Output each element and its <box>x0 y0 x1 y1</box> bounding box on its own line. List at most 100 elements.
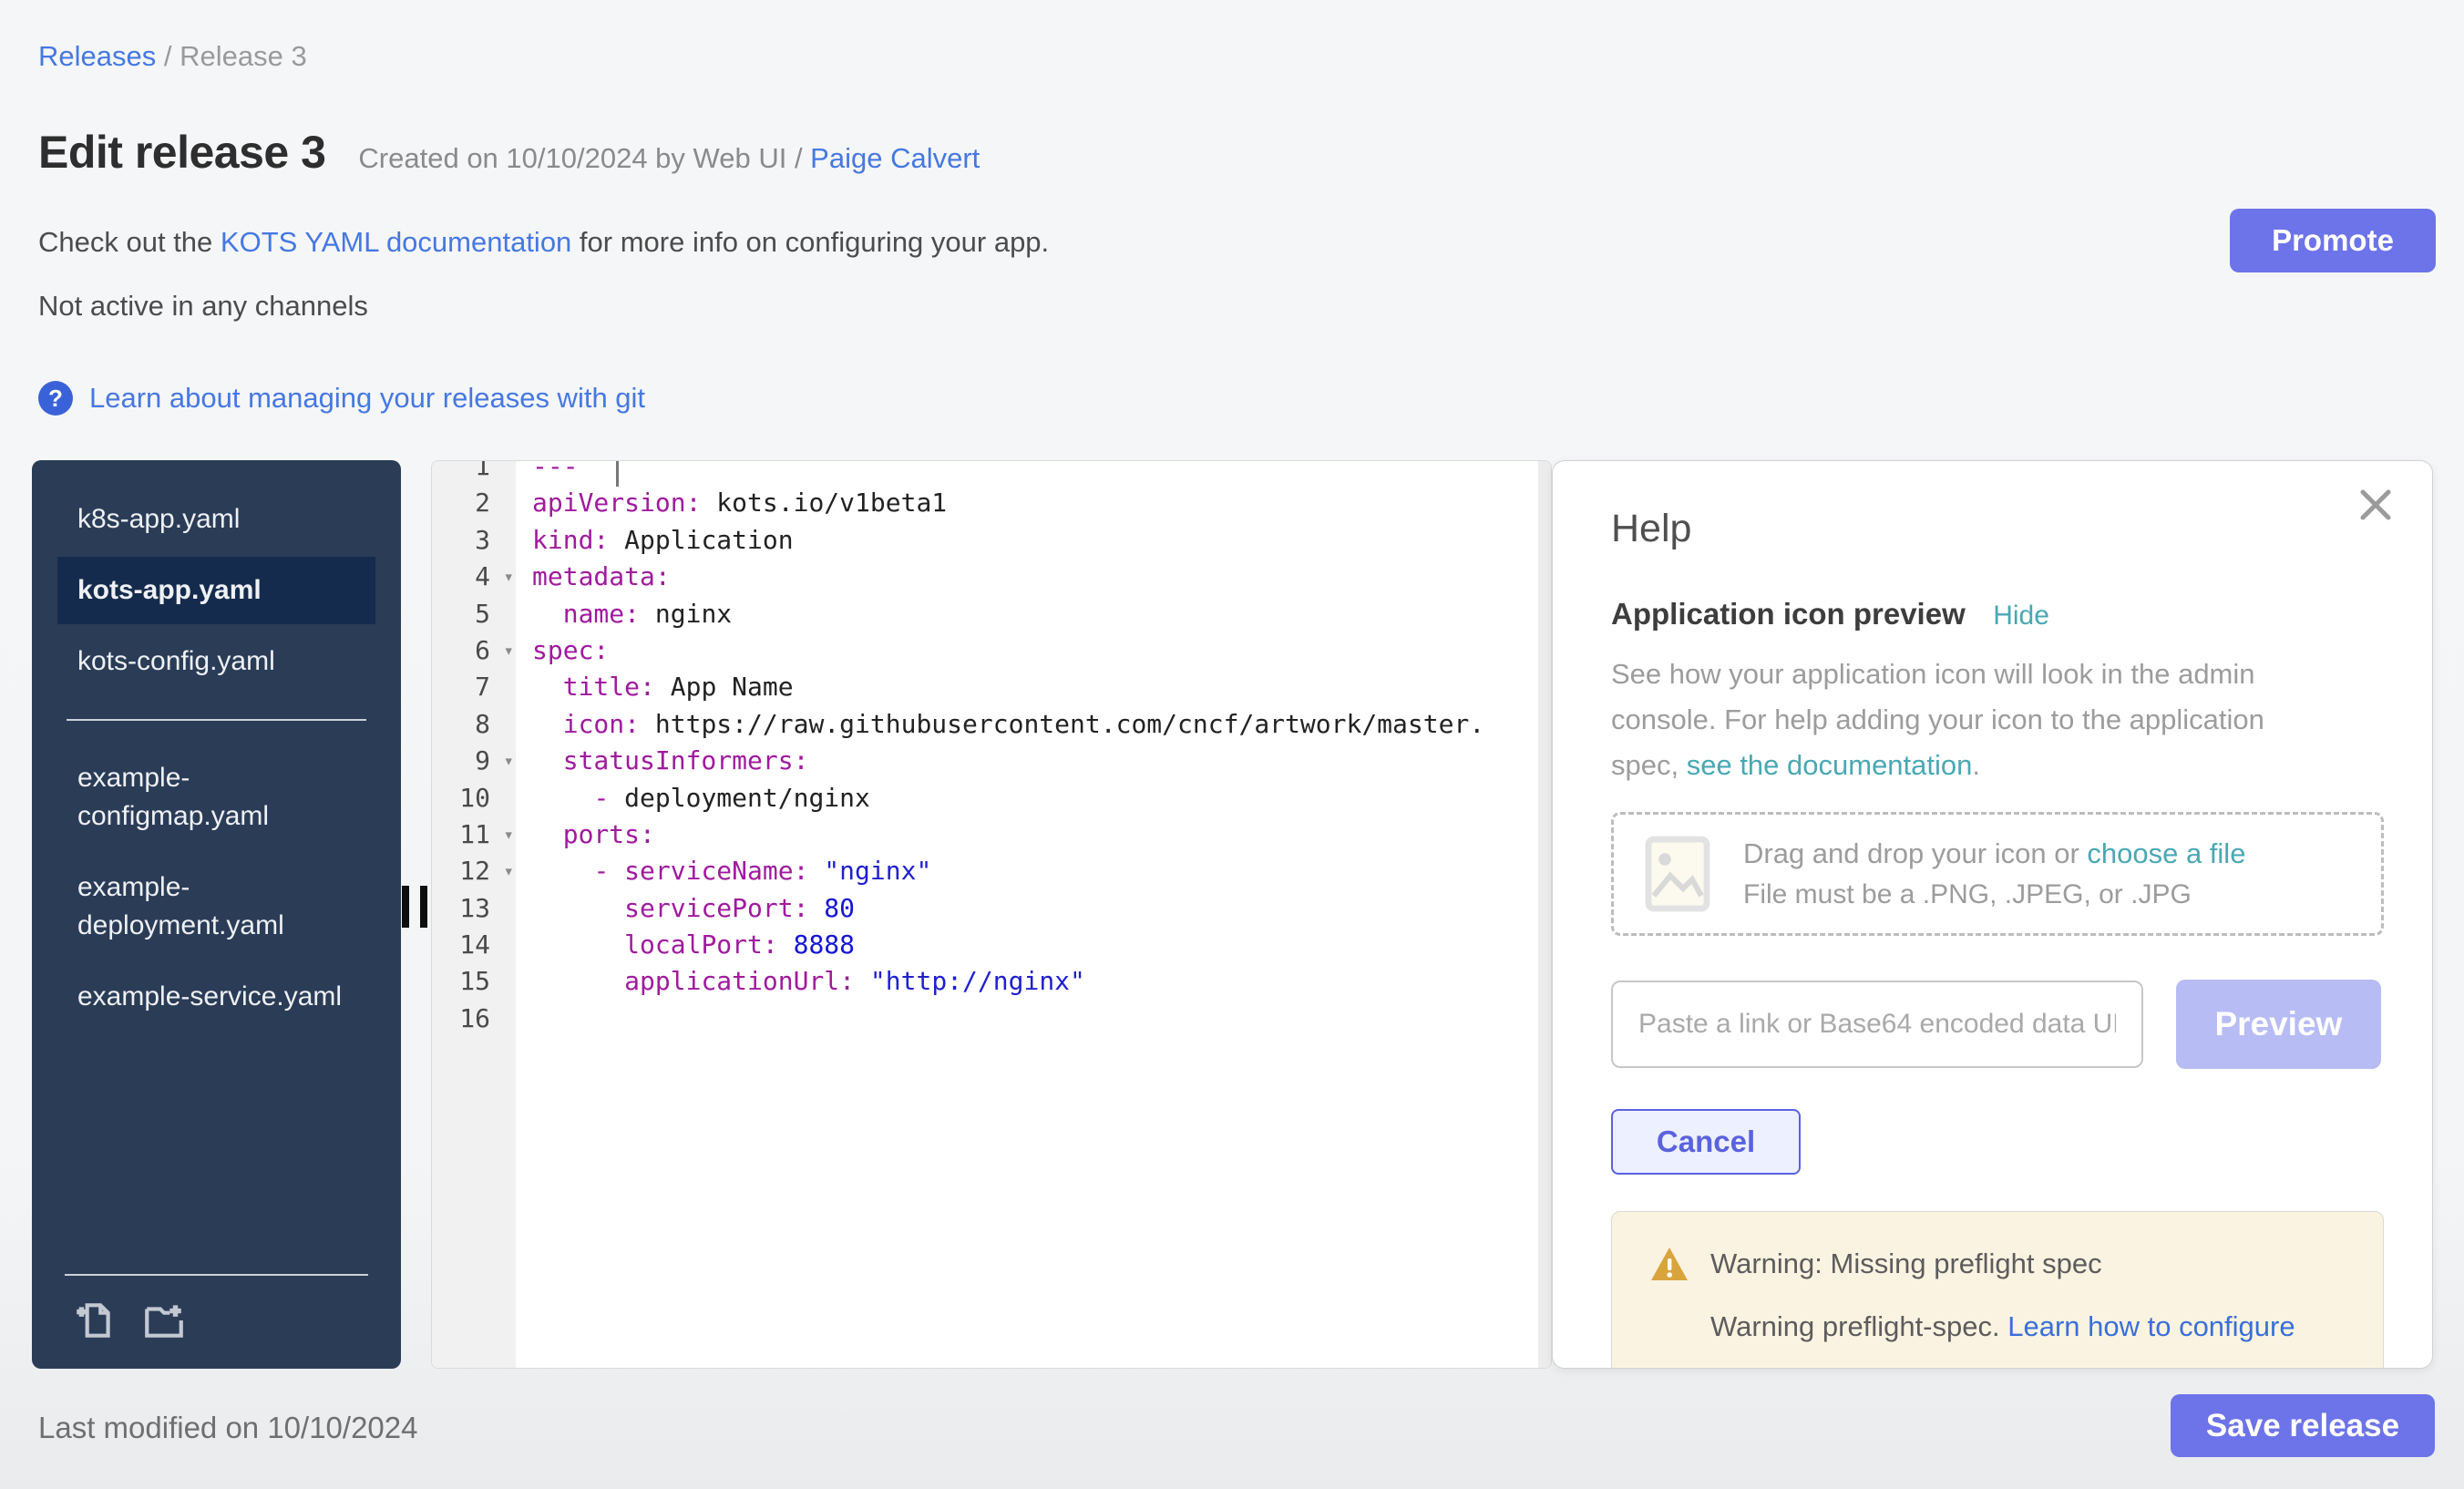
code-line-9[interactable]: statusInformers: <box>516 743 1551 779</box>
breadcrumb-separator: / <box>156 40 180 72</box>
code-lines: ---apiVersion: kots.io/v1beta1kind: Appl… <box>516 461 1551 1037</box>
learn-row: ? Learn about managing your releases wit… <box>38 381 645 416</box>
breadcrumb-link-releases[interactable]: Releases <box>38 40 156 72</box>
icon-url-input[interactable] <box>1611 981 2143 1068</box>
yaml-editor[interactable]: 1234▾56▾789▾1011▾12▾13141516 ---apiVersi… <box>431 460 1552 1369</box>
code-line-4[interactable]: metadata: <box>516 559 1551 595</box>
page-root: Releases / Release 3 Edit release 3 Creat… <box>0 0 2464 1489</box>
line-number: 15 <box>432 963 516 1000</box>
dropzone-hint: File must be a .PNG, .JPEG, or .JPG <box>1743 879 2245 910</box>
dropzone-text: Drag and drop your icon or choose a file… <box>1743 837 2245 910</box>
close-icon[interactable] <box>2356 485 2396 525</box>
section-title: Application icon preview <box>1611 597 1966 631</box>
panel-resize-handle-left[interactable] <box>402 886 429 928</box>
icon-preview-section: Application icon preview Hide <box>1611 597 2381 632</box>
fold-arrow-icon[interactable]: ▾ <box>504 559 514 595</box>
page-title: Edit release 3 <box>38 127 325 178</box>
code-area[interactable]: ---apiVersion: kots.io/v1beta1kind: Appl… <box>516 461 1551 1368</box>
line-number: 13 <box>432 890 516 927</box>
icon-link-row: Preview <box>1611 980 2381 1069</box>
line-number: 10 <box>432 780 516 816</box>
line-number[interactable]: 4▾ <box>432 559 516 595</box>
code-line-14[interactable]: localPort: 8888 <box>516 927 1551 963</box>
file-item-kots-config.yaml[interactable]: kots-config.yaml <box>57 628 375 695</box>
code-line-1[interactable]: --- <box>516 461 1551 485</box>
doc-line: Check out the KOTS YAML documentation fo… <box>38 226 1049 259</box>
fold-arrow-icon[interactable]: ▾ <box>504 743 514 779</box>
icon-dropzone[interactable]: Drag and drop your icon or choose a file… <box>1611 812 2384 936</box>
line-number: 1 <box>432 461 516 485</box>
help-panel: Help Application icon preview Hide See h… <box>1552 460 2433 1369</box>
warning-body: Warning preflight-spec. <box>1710 1310 2007 1342</box>
add-folder-icon[interactable] <box>141 1298 187 1343</box>
see-documentation-link[interactable]: see the documentation <box>1687 749 1973 781</box>
line-number: 16 <box>432 1001 516 1037</box>
help-paragraph: See how your application icon will look … <box>1611 652 2331 788</box>
line-number: 8 <box>432 706 516 743</box>
title-row: Edit release 3 Created on 10/10/2024 by W… <box>38 126 980 179</box>
add-file-icon[interactable] <box>72 1298 118 1343</box>
help-title: Help <box>1611 507 2381 551</box>
cancel-button[interactable]: Cancel <box>1611 1109 1801 1175</box>
channel-status: Not active in any channels <box>38 290 368 323</box>
line-number[interactable]: 11▾ <box>432 816 516 853</box>
file-item-example-deployment.yaml[interactable]: example-deployment.yaml <box>57 854 375 960</box>
promote-button[interactable]: Promote <box>2230 209 2436 272</box>
doc-line-prefix: Check out the <box>38 226 221 258</box>
choose-file-link[interactable]: choose a file <box>2087 837 2245 869</box>
fold-arrow-icon[interactable]: ▾ <box>504 632 514 669</box>
learn-git-link[interactable]: Learn about managing your releases with … <box>89 382 645 415</box>
created-text: Created on 10/10/2024 by Web UI / <box>358 142 810 174</box>
line-number: 3 <box>432 522 516 559</box>
file-item-example-service.yaml[interactable]: example-service.yaml <box>57 963 375 1031</box>
last-modified-text: Last modified on 10/10/2024 <box>38 1411 417 1445</box>
file-item-kots-app.yaml[interactable]: kots-app.yaml <box>57 557 375 624</box>
code-line-15[interactable]: applicationUrl: "http://nginx" <box>516 963 1551 1000</box>
help-paragraph-suffix: . <box>1972 749 1980 781</box>
file-item-example-configmap.yaml[interactable]: example-configmap.yaml <box>57 744 375 850</box>
save-release-button[interactable]: Save release <box>2171 1394 2435 1457</box>
code-line-7[interactable]: title: App Name <box>516 669 1551 705</box>
editor-gutter: 1234▾56▾789▾1011▾12▾13141516 <box>432 461 516 1368</box>
fold-arrow-icon[interactable]: ▾ <box>504 816 514 853</box>
code-line-3[interactable]: kind: Application <box>516 522 1551 559</box>
fold-arrow-icon[interactable]: ▾ <box>504 853 514 889</box>
code-line-5[interactable]: name: nginx <box>516 596 1551 632</box>
line-number[interactable]: 6▾ <box>432 632 516 669</box>
dropzone-prefix: Drag and drop your icon or <box>1743 837 2087 869</box>
hide-link[interactable]: Hide <box>1993 601 2049 631</box>
preview-button[interactable]: Preview <box>2176 980 2381 1069</box>
line-number: 2 <box>432 485 516 521</box>
editor-scrollbar[interactable] <box>1538 461 1551 1368</box>
gutter-lines: 1234▾56▾789▾1011▾12▾13141516 <box>432 461 516 1037</box>
preflight-warning-box: Warning: Missing preflight spec Warning … <box>1611 1211 2384 1369</box>
question-circle-icon: ? <box>38 381 73 416</box>
file-list: k8s-app.yamlkots-app.yamlkots-config.yam… <box>32 460 401 1031</box>
code-line-10[interactable]: - deployment/nginx <box>516 780 1551 816</box>
code-line-8[interactable]: icon: https://raw.githubusercontent.com/… <box>516 706 1551 743</box>
warning-configure-link[interactable]: Learn how to configure <box>2007 1310 2295 1342</box>
file-sidebar: k8s-app.yamlkots-app.yamlkots-config.yam… <box>32 460 401 1369</box>
breadcrumb: Releases / Release 3 <box>38 40 307 73</box>
warning-triangle-icon <box>1648 1245 1690 1283</box>
code-line-13[interactable]: servicePort: 80 <box>516 890 1551 927</box>
code-line-12[interactable]: - serviceName: "nginx" <box>516 853 1551 889</box>
file-list-divider <box>67 719 366 721</box>
kots-yaml-doc-link[interactable]: KOTS YAML documentation <box>221 226 571 258</box>
warning-title: Warning: Missing preflight spec <box>1710 1248 2102 1280</box>
image-placeholder-icon <box>1645 836 1710 912</box>
breadcrumb-current: Release 3 <box>180 40 307 72</box>
line-number[interactable]: 9▾ <box>432 743 516 779</box>
line-number: 5 <box>432 596 516 632</box>
line-number[interactable]: 12▾ <box>432 853 516 889</box>
code-line-16[interactable] <box>516 1001 1551 1037</box>
text-cursor <box>616 461 619 487</box>
created-by-link[interactable]: Paige Calvert <box>810 142 980 174</box>
line-number: 14 <box>432 927 516 963</box>
code-line-6[interactable]: spec: <box>516 632 1551 669</box>
sidebar-bottom-bar <box>65 1274 368 1369</box>
code-line-2[interactable]: apiVersion: kots.io/v1beta1 <box>516 485 1551 521</box>
doc-line-suffix: for more info on configuring your app. <box>571 226 1049 258</box>
file-item-k8s-app.yaml[interactable]: k8s-app.yaml <box>57 486 375 553</box>
code-line-11[interactable]: ports: <box>516 816 1551 853</box>
